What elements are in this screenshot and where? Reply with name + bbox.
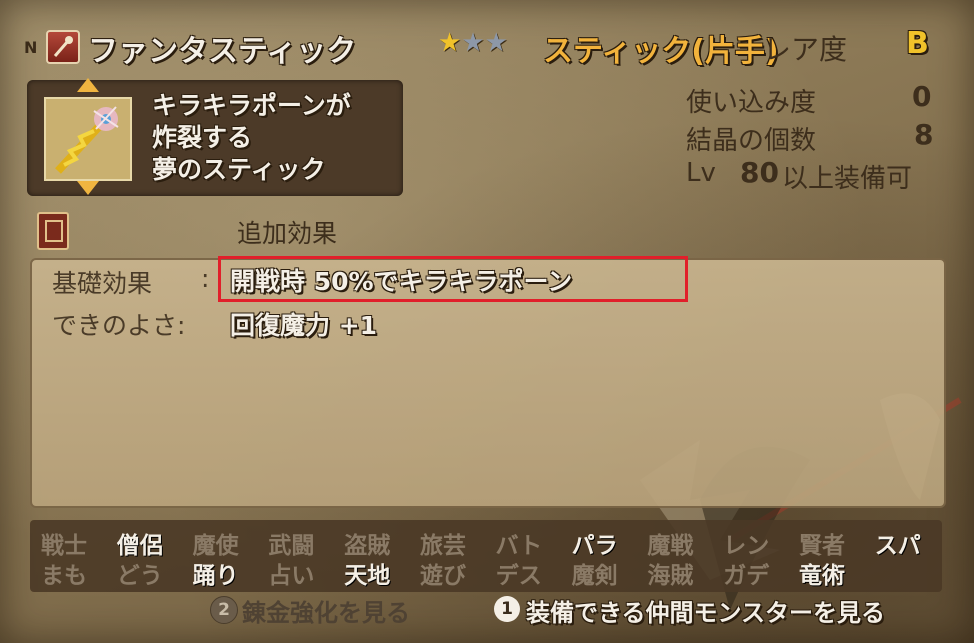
job-row2-9: ガデ [723,563,770,589]
job-row2-6: デス [495,563,542,589]
job-row2-5: 遊び [420,563,466,589]
extra-effect-label: 追加効果 [237,219,338,248]
star-empty-icon: ★ [461,28,485,58]
rarity-stars: ★★★ [438,28,508,58]
job-row1-5: 旅芸 [420,533,466,559]
quality-label: できのよさ: [52,311,186,340]
rarity-value: B [906,26,929,61]
button-2-icon[interactable]: 2 [210,596,238,624]
staff-category-icon [46,30,80,64]
star-empty-icon: ★ [484,28,508,58]
job-row1-7: パラ [571,533,618,559]
usage-value: 0 [912,80,932,113]
job-row2-4: 天地 [344,563,391,589]
job-row1-9: レン [723,533,770,559]
job-row2-10: 竜術 [799,563,845,589]
level-value: 80 [740,156,779,189]
job-row1-0: 戦士 [41,533,87,559]
job-row1-3: 武闘 [268,533,315,559]
alchemy-view-button[interactable]: 錬金強化を見る [242,593,410,628]
job-row2-1: どう [116,563,163,589]
button-1-icon[interactable]: 1 [494,596,520,622]
job-row1-4: 盗賊 [344,533,391,559]
quality-value: 回復魔力 +1 [230,311,378,340]
job-row1-10: 賢者 [799,533,845,559]
level-label: Lv [686,158,716,188]
rarity-label: レア度 [763,33,848,66]
description-line-1: キラキラポーンが [152,91,351,120]
job-row2-8: 海賊 [647,563,694,589]
level-suffix: 以上装備可 [782,164,913,194]
weapon-type: スティック(片手) [543,34,779,69]
base-effect-label: 基礎効果 [52,269,153,298]
job-row1-6: バト [495,533,543,559]
item-name: ファンタスティック [88,34,357,69]
job-row2-3: 占い [268,563,315,589]
job-row2-7: 魔剣 [571,563,618,589]
highlight-box [218,256,688,302]
job-row1-8: 魔戦 [647,533,694,559]
job-row1-2: 魔使 [192,533,239,559]
star-filled-icon: ★ [438,28,462,58]
job-row1-1: 僧侶 [116,533,163,559]
description-line-2: 炸裂する [152,123,253,152]
book-icon[interactable] [37,212,69,250]
job-row2-0: まも [41,563,87,589]
usage-label: 使い込み度 [686,88,817,118]
base-effect-separator: : [201,264,210,293]
job-row2-2: 踊り [192,563,239,589]
item-badge: N [24,38,38,57]
description-line-3: 夢のスティック [152,155,326,184]
arrow-down-icon[interactable] [77,181,99,195]
arrow-up-icon[interactable] [77,78,99,92]
monster-equip-button[interactable]: 装備できる仲間モンスターを見る [526,593,885,628]
crystal-value: 8 [914,118,934,151]
item-image [44,97,132,181]
job-row1-11: スパ [874,533,921,559]
crystal-label: 結晶の個数 [686,126,817,156]
